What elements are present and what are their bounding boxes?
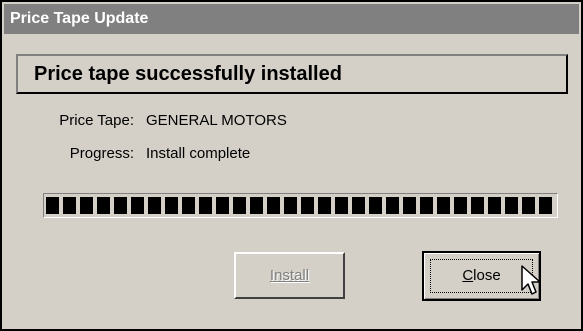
close-button-label: Close	[462, 267, 500, 284]
progress-value: Install complete	[146, 145, 251, 162]
install-button-label: Install	[270, 267, 309, 284]
dialog-window: Price Tape Update Price tape successfull…	[0, 0, 583, 331]
progress-label: Progress:	[69, 145, 134, 162]
progress-bar-fill	[46, 197, 555, 214]
price-tape-value: GENERAL MOTORS	[146, 112, 287, 129]
price-tape-label: Price Tape:	[59, 112, 134, 129]
progress-bar	[43, 193, 558, 218]
install-button-text: Install	[269, 267, 310, 284]
title-bar[interactable]: Price Tape Update	[4, 4, 579, 34]
close-button-text: Close	[462, 267, 501, 284]
arrow-pointer-icon	[521, 265, 541, 295]
status-message: Price tape successfully installed	[16, 54, 568, 94]
install-button[interactable]: Install	[234, 252, 345, 299]
